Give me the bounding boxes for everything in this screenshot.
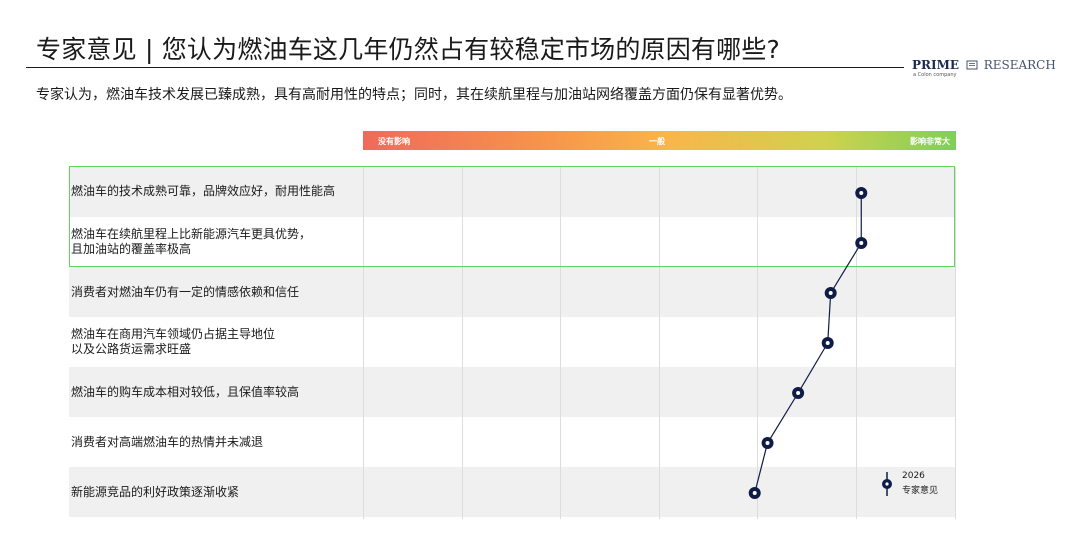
data-point-7: [748, 487, 761, 499]
legend-marker-icon: [882, 472, 892, 496]
data-point-1: [855, 187, 868, 199]
data-point-6: [761, 437, 774, 449]
data-point-4: [821, 337, 834, 349]
data-point-2: [855, 237, 868, 249]
data-point-3: [824, 287, 837, 299]
legend-year: 2026: [902, 471, 925, 481]
dot-line-plot: [748, 187, 868, 499]
legend-name: 专家意见: [902, 486, 939, 496]
data-point-5: [792, 387, 805, 399]
